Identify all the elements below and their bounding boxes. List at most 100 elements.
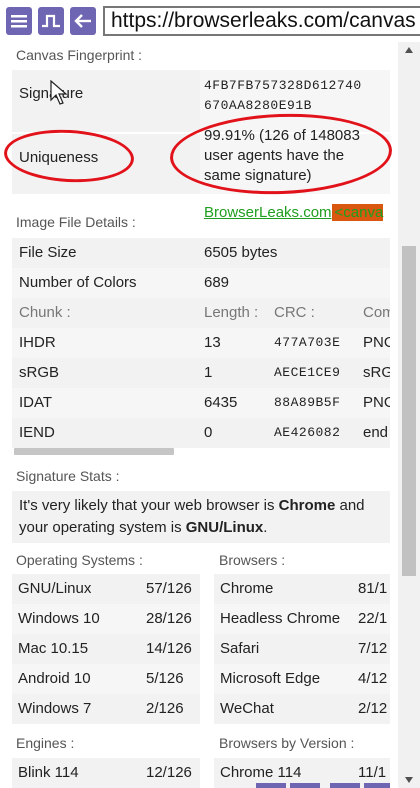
preview-tag: <canva — [331, 204, 384, 221]
canvas-preview-image: BrowserLeaks.com <canva — [204, 202, 390, 224]
browser-name: Chrome — [220, 580, 274, 597]
url-bar[interactable]: https://browserleaks.com/canvas — [103, 6, 420, 36]
os-count: 5/126 — [146, 670, 184, 687]
browser-row: Safari 7/12 — [214, 634, 390, 664]
browser-count: 22/1 — [358, 610, 388, 627]
browser-count: 7/12 — [358, 640, 388, 657]
os-name: GNU/Linux — [18, 580, 92, 597]
colors-value: 689 — [204, 274, 230, 291]
back-button[interactable] — [70, 7, 96, 35]
os-count: 2/126 — [146, 700, 184, 717]
os-row: GNU/Linux 57/126 — [12, 574, 200, 604]
chunk-length: 13 — [204, 334, 221, 351]
browser-count: 4/12 — [358, 670, 388, 687]
chunk-row: IHDR 13 477A703E PNG — [12, 328, 390, 358]
browser-stats-title: Browsers : — [219, 552, 286, 568]
os-name: Windows 10 — [18, 610, 100, 627]
browser-row: Microsoft Edge 4/12 — [214, 664, 390, 694]
scroll-up-arrow-icon[interactable] — [404, 46, 414, 54]
browser-row: WeChat 2/12 — [214, 694, 390, 724]
chunk-length: 0 — [204, 424, 213, 441]
chunk-header-row: Chunk : Length : CRC : Com — [12, 298, 390, 328]
canvas-fingerprint-title: Canvas Fingerprint : — [16, 47, 143, 63]
mouse-pointer-icon — [50, 80, 68, 105]
os-count: 14/126 — [146, 640, 192, 657]
pulse-icon — [42, 14, 60, 28]
chunk-comment: PNG — [363, 334, 390, 351]
scroll-down-arrow-icon[interactable] — [404, 776, 414, 784]
os-row: Mac 10.15 14/126 — [12, 634, 200, 664]
chunk-length: 6435 — [204, 394, 238, 411]
chunk-name: sRGB — [19, 364, 60, 381]
image-details-title: Image File Details : — [16, 214, 136, 230]
preview-text: BrowserLeaks.com — [204, 204, 332, 221]
os-name: Mac 10.15 — [18, 640, 89, 657]
signature-stats-title: Signature Stats : — [16, 468, 120, 484]
stats-browser: Chrome — [278, 497, 336, 514]
browsers-by-version-title: Browsers by Version : — [219, 735, 355, 751]
chunk-comment: end — [363, 424, 389, 441]
bottom-nav-button[interactable] — [364, 783, 390, 788]
chunk-comment: PNG — [363, 394, 390, 411]
engines-title: Engines : — [16, 735, 75, 751]
stats-text-mid1: and — [335, 497, 365, 514]
browser-name: Safari — [220, 640, 260, 657]
stats-text-post: . — [263, 519, 268, 536]
chunk-name: IEND — [19, 424, 55, 441]
menu-icon — [11, 15, 27, 28]
engine-row: Blink 114 12/126 — [12, 758, 200, 788]
stats-text-pre: It's very likely that your web browser i… — [19, 497, 279, 514]
file-size-label: File Size — [19, 244, 77, 261]
browser-row: Chrome 81/1 — [214, 574, 390, 604]
length-header: Length : — [204, 304, 259, 321]
chunk-comment: sRG — [363, 364, 390, 381]
chunk-crc: AECE1CE9 — [274, 365, 341, 380]
os-name: Android 10 — [18, 670, 91, 687]
browser-name: Microsoft Edge — [220, 670, 321, 687]
chunk-header: Chunk : — [19, 304, 71, 321]
vertical-scrollbar-thumb[interactable] — [402, 246, 416, 576]
file-size-value: 6505 bytes — [204, 244, 278, 261]
signature-line-1: 4FB7FB757328D612740 — [204, 78, 362, 93]
bottom-nav-button[interactable] — [330, 783, 360, 788]
chunk-row: IEND 0 AE426082 end — [12, 418, 390, 448]
chunk-crc: 88A89B5F — [274, 395, 341, 410]
top-toolbar: https://browserleaks.com/canvas — [0, 0, 420, 42]
back-arrow-icon — [74, 14, 91, 28]
file-size-row: File Size 6505 bytes — [12, 238, 390, 268]
chunk-name: IHDR — [19, 334, 56, 351]
os-row: Windows 10 28/126 — [12, 604, 200, 634]
chunk-crc: 477A703E — [274, 335, 341, 350]
os-count: 57/126 — [146, 580, 192, 597]
browser-name: WeChat — [220, 700, 274, 717]
stats-os: GNU/Linux — [185, 519, 264, 536]
os-name: Windows 7 — [18, 700, 92, 717]
colors-row: Number of Colors 689 — [12, 268, 390, 298]
browser-name: Headless Chrome — [220, 610, 341, 627]
chunk-row: IDAT 6435 88A89B5F PNG — [12, 388, 390, 418]
engine-name: Blink 114 — [18, 764, 79, 781]
engine-count: 12/126 — [146, 764, 192, 781]
chunk-crc: AE426082 — [274, 425, 341, 440]
stats-text-mid2: your operating system is — [19, 519, 186, 536]
browser-count: 81/1 — [358, 580, 388, 597]
chunk-table-horizontal-scrollbar[interactable] — [14, 448, 174, 455]
colors-label: Number of Colors — [19, 274, 137, 291]
chunk-length: 1 — [204, 364, 213, 381]
os-row: Windows 7 2/126 — [12, 694, 200, 724]
page-content: Canvas Fingerprint : Signature 4FB7FB757… — [0, 42, 398, 788]
chunk-name: IDAT — [19, 394, 53, 411]
browser-count: 2/12 — [358, 700, 388, 717]
bottom-nav-button[interactable] — [290, 783, 320, 788]
os-stats-title: Operating Systems : — [16, 552, 143, 568]
os-count: 28/126 — [146, 610, 192, 627]
signature-stats-text: It's very likely that your web browser i… — [12, 491, 390, 543]
pulse-button[interactable] — [38, 7, 64, 35]
menu-button[interactable] — [6, 7, 32, 35]
signature-value[interactable]: 4FB7FB757328D612740 670AA8280E91B — [204, 76, 362, 116]
os-row: Android 10 5/126 — [12, 664, 200, 694]
browser-row: Headless Chrome 22/1 — [214, 604, 390, 634]
crc-header: CRC : — [274, 304, 315, 321]
bottom-nav-button[interactable] — [256, 783, 286, 788]
comment-header: Com — [363, 304, 390, 321]
